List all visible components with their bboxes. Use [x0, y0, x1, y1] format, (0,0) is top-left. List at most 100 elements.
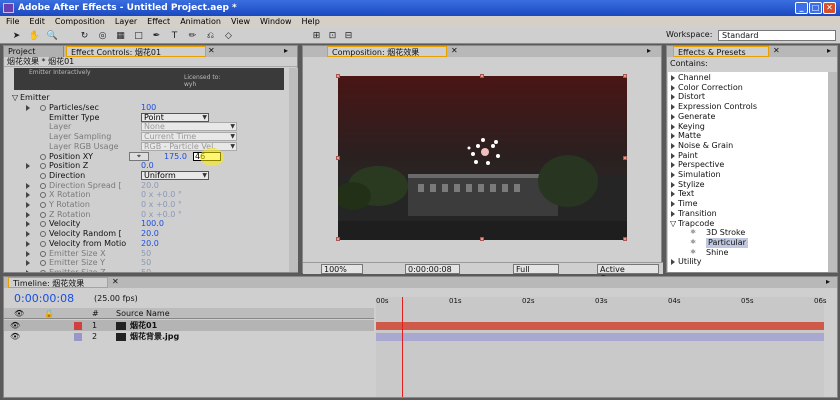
- effect-row[interactable]: X Rotation 0 x +0.0 °: [4, 190, 288, 200]
- expand-icon[interactable]: [26, 250, 30, 257]
- scrollbar[interactable]: [289, 68, 298, 272]
- menu-item-animation[interactable]: Animation: [180, 17, 221, 26]
- stopwatch-icon[interactable]: [40, 269, 46, 272]
- property-dropdown[interactable]: RGB - Particle Vel.: [141, 141, 237, 151]
- menu-item-help[interactable]: Help: [302, 17, 320, 26]
- property-value[interactable]: 0 x +0.0 °: [141, 200, 182, 210]
- property-value[interactable]: 20.0: [141, 181, 159, 191]
- zoom-select[interactable]: 100%: [321, 264, 363, 274]
- expand-icon[interactable]: [671, 162, 675, 169]
- panel-menu-icon[interactable]: ▸: [284, 46, 288, 55]
- expand-icon[interactable]: [671, 172, 675, 178]
- world-axis-icon[interactable]: ⊡: [326, 30, 339, 42]
- expand-icon[interactable]: [26, 163, 30, 170]
- layer-row[interactable]: 👁 1 烟花01: [4, 320, 374, 331]
- effect-row[interactable]: Emitter Type Point: [4, 112, 288, 123]
- stopwatch-icon[interactable]: [40, 105, 46, 111]
- property-dropdown[interactable]: None: [141, 122, 237, 132]
- effect-row[interactable]: Emitter Size X 50: [4, 249, 288, 259]
- selection-tool-icon[interactable]: ➤: [10, 30, 23, 42]
- eraser-tool-icon[interactable]: ◇: [222, 30, 235, 42]
- layer-row[interactable]: 👁 2 烟花背景.jpg: [4, 331, 374, 342]
- effect-row[interactable]: Emitter Size Y 50: [4, 258, 288, 268]
- property-value[interactable]: 175.0: [164, 152, 187, 162]
- expand-icon[interactable]: [26, 192, 30, 199]
- panel-menu-icon[interactable]: ▸: [826, 277, 830, 286]
- workspace-select[interactable]: Standard: [718, 30, 836, 41]
- menu-item-layer[interactable]: Layer: [115, 17, 137, 26]
- expand-icon[interactable]: [26, 231, 30, 238]
- expand-icon[interactable]: [26, 221, 30, 228]
- eye-icon[interactable]: 👁: [10, 320, 20, 331]
- effect-row[interactable]: Z Rotation 0 x +0.0 °: [4, 210, 288, 220]
- expand-icon[interactable]: [671, 210, 675, 217]
- tab-effect-controls[interactable]: Effect Controls: 烟花01: [66, 46, 206, 57]
- mask-tool-icon[interactable]: □: [132, 30, 145, 42]
- property-value[interactable]: 0 x +0.0 °: [141, 210, 182, 220]
- effect-row[interactable]: Position Z 0.0: [4, 161, 288, 171]
- effect-row[interactable]: Position XY⌖175.046: [4, 147, 288, 166]
- camera-tool-icon[interactable]: ◎: [96, 30, 109, 42]
- close-icon[interactable]: ✕: [773, 46, 780, 55]
- stopwatch-icon[interactable]: [40, 192, 46, 199]
- expand-icon[interactable]: [26, 211, 30, 218]
- effect-row[interactable]: Direction Spread [20.0: [4, 181, 288, 191]
- property-dropdown[interactable]: Uniform: [141, 170, 209, 180]
- effect-row[interactable]: Velocity Random [20.0: [4, 229, 288, 239]
- crosshair-icon[interactable]: ⌖: [129, 151, 149, 161]
- effect-row[interactable]: Velocity from Motio 20.0: [4, 239, 288, 249]
- menu-item-view[interactable]: View: [231, 17, 250, 26]
- zoom-tool-icon[interactable]: 🔍: [46, 30, 59, 42]
- expand-icon[interactable]: [671, 181, 675, 188]
- close-icon[interactable]: ✕: [451, 46, 458, 55]
- effect-row[interactable]: Velocity 100.0: [4, 219, 288, 229]
- maximize-button[interactable]: □: [809, 2, 822, 14]
- expand-icon[interactable]: [671, 152, 675, 159]
- expand-icon[interactable]: [26, 182, 30, 189]
- stopwatch-icon[interactable]: [40, 182, 46, 189]
- tab-composition[interactable]: Composition: 烟花效果: [327, 46, 447, 57]
- expand-icon[interactable]: [26, 202, 30, 208]
- panel-menu-icon[interactable]: ▸: [827, 46, 831, 55]
- menu-item-edit[interactable]: Edit: [29, 17, 45, 26]
- expand-icon[interactable]: [671, 113, 675, 120]
- axis-mode-icon[interactable]: ⊞: [310, 30, 323, 42]
- stopwatch-icon[interactable]: [40, 231, 46, 238]
- hand-tool-icon[interactable]: ✋: [28, 30, 41, 42]
- expand-icon[interactable]: [671, 259, 675, 266]
- minimize-button[interactable]: _: [795, 2, 808, 14]
- close-icon[interactable]: ✕: [112, 277, 119, 286]
- stopwatch-icon[interactable]: [40, 202, 46, 208]
- property-dropdown[interactable]: Point: [141, 112, 209, 122]
- property-value[interactable]: 50: [141, 258, 151, 268]
- expand-icon[interactable]: [671, 142, 675, 149]
- label-color[interactable]: [74, 322, 82, 330]
- rotate-tool-icon[interactable]: ↻: [78, 30, 91, 42]
- stopwatch-icon[interactable]: [40, 250, 46, 257]
- tab-project[interactable]: Project: [4, 46, 64, 57]
- expand-icon[interactable]: [671, 84, 675, 91]
- composition-viewer[interactable]: [336, 74, 627, 241]
- stopwatch-icon[interactable]: [40, 221, 46, 228]
- expand-icon[interactable]: [671, 133, 675, 140]
- effect-row[interactable]: Layer Sampling Current Time: [4, 132, 288, 142]
- stopwatch-icon[interactable]: [40, 240, 46, 247]
- effect-row[interactable]: Direction Uniform: [4, 170, 288, 181]
- time-display[interactable]: 0:00:00:08: [405, 264, 460, 274]
- stopwatch-icon[interactable]: [40, 172, 46, 179]
- stopwatch-icon[interactable]: [40, 153, 46, 160]
- camera-select[interactable]: Active Camera: [597, 264, 659, 283]
- effect-row[interactable]: Particles/sec 100: [4, 103, 288, 113]
- stopwatch-icon[interactable]: [40, 163, 46, 170]
- layer-tracks[interactable]: [376, 319, 824, 397]
- eye-icon[interactable]: 👁: [10, 331, 20, 342]
- tab-effects-presets[interactable]: Effects & Presets: [673, 46, 769, 57]
- effect-row[interactable]: Emitter Size Z 50: [4, 268, 288, 272]
- clone-tool-icon[interactable]: ⎌: [204, 30, 217, 42]
- menu-item-effect[interactable]: Effect: [147, 17, 170, 26]
- effect-row[interactable]: Layer None: [4, 122, 288, 132]
- current-time-indicator[interactable]: [402, 297, 403, 397]
- expand-icon[interactable]: [671, 104, 675, 111]
- expand-icon[interactable]: [671, 75, 675, 81]
- effect-row[interactable]: Y Rotation 0 x +0.0 °: [4, 200, 288, 210]
